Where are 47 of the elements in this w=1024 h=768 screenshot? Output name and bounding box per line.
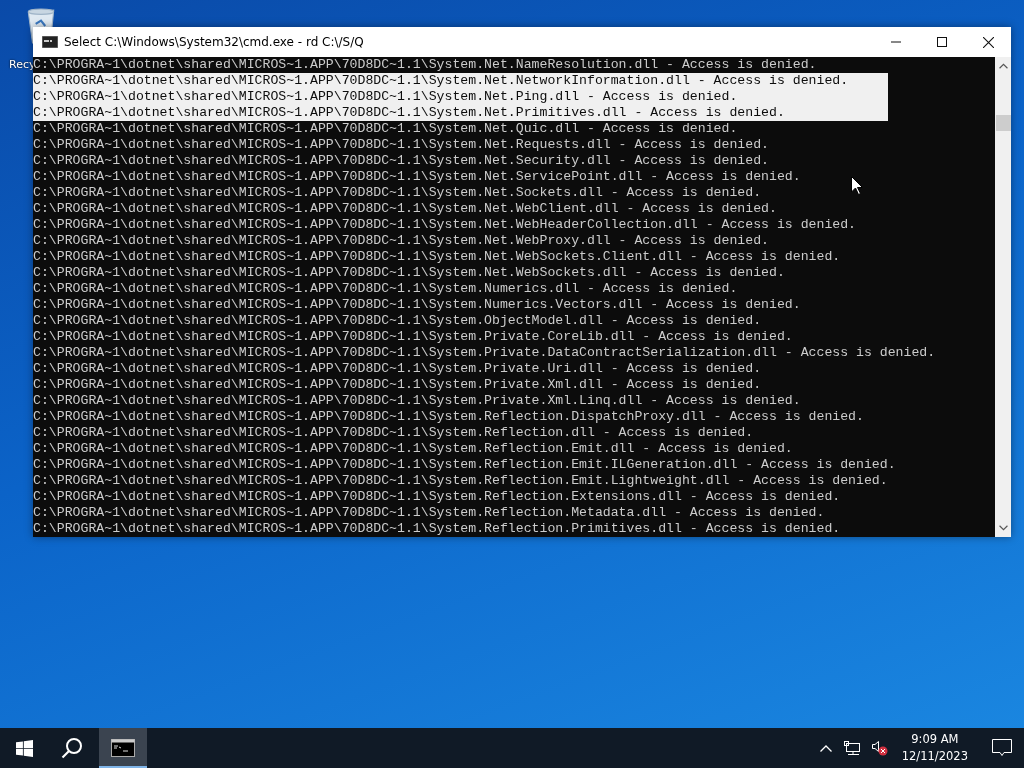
console-icon bbox=[42, 36, 58, 48]
network-icon[interactable] bbox=[843, 741, 860, 755]
console-line: C:\PROGRA~1\dotnet\shared\MICROS~1.APP\70D8DC~1.1\System.Net.NameResolution.dll - Access is denied. bbox=[33, 57, 817, 73]
console-line: C:\PROGRA~1\dotnet\shared\MICROS~1.APP\70D8DC~1.1\System.Private.DataContractSerialization.dll - Access is denied. bbox=[33, 345, 936, 361]
console-line: C:\PROGRA~1\dotnet\shared\MICROS~1.APP\70D8DC~1.1\System.Reflection.Emit.ILGeneration.dll - Access is denied. bbox=[33, 457, 896, 473]
console-line: C:\PROGRA~1\dotnet\shared\MICROS~1.APP\70D8DC~1.1\System.Reflection.Emit.Lightweight.dll - Access is denied. bbox=[33, 473, 888, 489]
window-title: Select C:\Windows\System32\cmd.exe - rd C:\/S/Q bbox=[64, 35, 364, 49]
console-line: C:\PROGRA~1\dotnet\shared\MICROS~1.APP\70D8DC~1.1\System.Numerics.Vectors.dll - Access is denied. bbox=[33, 297, 801, 313]
clock-date: 12/11/2023 bbox=[901, 748, 968, 765]
console-line: C:\PROGRA~1\dotnet\shared\MICROS~1.APP\70D8DC~1.1\System.Net.WebSockets.dll - Access is denied. bbox=[33, 265, 785, 281]
console-line: C:\PROGRA~1\dotnet\shared\MICROS~1.APP\70D8DC~1.1\System.Private.Xml.dll - Access is denied. bbox=[33, 377, 762, 393]
maximize-icon[interactable] bbox=[937, 37, 947, 47]
scroll-down-icon[interactable] bbox=[998, 525, 1008, 531]
console-icon[interactable] bbox=[111, 739, 135, 757]
search-icon[interactable] bbox=[61, 737, 83, 759]
console-line: C:\PROGRA~1\dotnet\shared\MICROS~1.APP\70D8DC~1.1\System.Reflection.Metadata.dll - Access is denied. bbox=[33, 505, 825, 521]
console-line: C:\PROGRA~1\dotnet\shared\MICROS~1.APP\70D8DC~1.1\System.Private.Uri.dll - Access is denied. bbox=[33, 361, 762, 377]
scroll-up-icon[interactable] bbox=[998, 63, 1008, 69]
console-line: C:\PROGRA~1\dotnet\shared\MICROS~1.APP\70D8DC~1.1\System.Reflection.Primitives.dll - Access is denied. bbox=[33, 521, 841, 537]
console-line: C:\PROGRA~1\dotnet\shared\MICROS~1.APP\70D8DC~1.1\System.Net.WebProxy.dll - Access is denied. bbox=[33, 233, 769, 249]
windows-logo-icon[interactable] bbox=[15, 739, 33, 757]
console-line: C:\PROGRA~1\dotnet\shared\MICROS~1.APP\70D8DC~1.1\System.Reflection.Extensions.dll - Access is denied. bbox=[33, 489, 841, 505]
speech-bubble-icon[interactable] bbox=[992, 739, 1012, 757]
console-line: C:\PROGRA~1\dotnet\shared\MICROS~1.APP\70D8DC~1.1\System.Private.Xml.Linq.dll - Access is denied. bbox=[33, 393, 801, 409]
console-line: C:\PROGRA~1\dotnet\shared\MICROS~1.APP\70D8DC~1.1\System.Numerics.dll - Access is denied. bbox=[33, 281, 738, 297]
clock[interactable]: 9:09 AM 12/11/2023 bbox=[893, 731, 976, 765]
console-line: C:\PROGRA~1\dotnet\shared\MICROS~1.APP\70D8DC~1.1\System.Reflection.DispatchProxy.dll - Access is denied. bbox=[33, 409, 864, 425]
console-line: C:\PROGRA~1\dotnet\shared\MICROS~1.APP\70D8DC~1.1\System.Net.WebClient.dll - Access is denied. bbox=[33, 201, 777, 217]
scrollbar[interactable] bbox=[995, 57, 1011, 537]
console-line: C:\PROGRA~1\dotnet\shared\MICROS~1.APP\70D8DC~1.1\System.Net.Requests.dll - Access is denied. bbox=[33, 137, 769, 153]
console-line: C:\PROGRA~1\dotnet\shared\MICROS~1.APP\70D8DC~1.1\System.Net.Sockets.dll - Access is denied. bbox=[33, 185, 762, 201]
taskbar-app-button[interactable] bbox=[99, 728, 147, 768]
clock-time: 9:09 AM bbox=[911, 731, 959, 748]
console-line: C:\PROGRA~1\dotnet\shared\MICROS~1.APP\70D8DC~1.1\System.Private.CoreLib.dll - Access is denied. bbox=[33, 329, 793, 345]
console-line: C:\PROGRA~1\dotnet\shared\MICROS~1.APP\70D8DC~1.1\System.Net.WebSockets.Client.dll - Access is denied. bbox=[33, 249, 841, 265]
scrollbar-thumb[interactable] bbox=[995, 115, 1011, 131]
console-line: C:\PROGRA~1\dotnet\shared\MICROS~1.APP\70D8DC~1.1\System.Net.WebHeaderCollection.dll - Access is denied. bbox=[33, 217, 857, 233]
console-line: C:\PROGRA~1\dotnet\shared\MICROS~1.APP\70D8DC~1.1\System.ObjectModel.dll - Access is denied. bbox=[33, 313, 762, 329]
mouse-cursor-icon bbox=[851, 176, 863, 195]
console-line: C:\PROGRA~1\dotnet\shared\MICROS~1.APP\70D8DC~1.1\System.Reflection.Emit.dll - Access is denied. bbox=[33, 441, 793, 457]
console-line: C:\PROGRA~1\dotnet\shared\MICROS~1.APP\70D8DC~1.1\System.Reflection.dll - Access is denied. bbox=[33, 425, 754, 441]
close-icon[interactable] bbox=[982, 36, 994, 48]
console-line: C:\PROGRA~1\dotnet\shared\MICROS~1.APP\70D8DC~1.1\System.Net.ServicePoint.dll - Access is denied. bbox=[33, 169, 801, 185]
muted-speaker-icon[interactable] bbox=[871, 740, 888, 756]
console-line: C:\PROGRA~1\dotnet\shared\MICROS~1.APP\70D8DC~1.1\System.Net.Quic.dll - Access is denied. bbox=[33, 121, 738, 137]
console-line: C:\PROGRA~1\dotnet\shared\MICROS~1.APP\70D8DC~1.1\System.Net.Security.dll - Access is denied. bbox=[33, 153, 769, 169]
chevron-up-icon[interactable] bbox=[819, 744, 832, 752]
